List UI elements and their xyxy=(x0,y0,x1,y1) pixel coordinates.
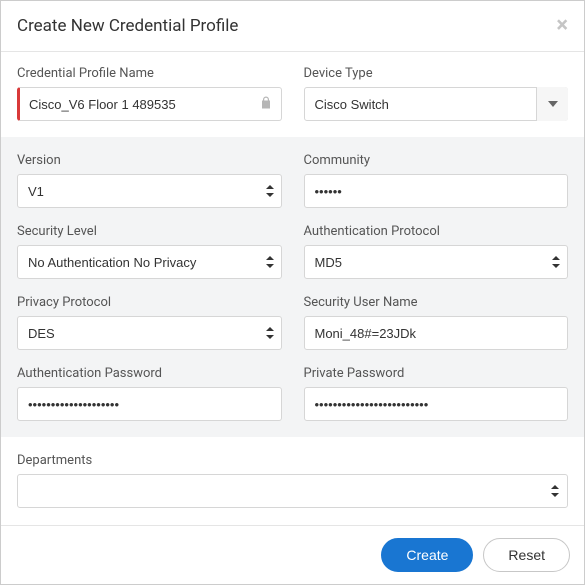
departments-select[interactable] xyxy=(17,474,568,508)
community-input[interactable] xyxy=(304,174,569,208)
profile-name-label: Credential Profile Name xyxy=(17,66,282,81)
private-password-input[interactable] xyxy=(304,387,569,421)
private-password-field: Private Password xyxy=(304,366,569,421)
security-level-select[interactable] xyxy=(17,245,282,279)
security-user-field: Security User Name xyxy=(304,295,569,350)
privacy-protocol-label: Privacy Protocol xyxy=(17,295,282,310)
private-password-label: Private Password xyxy=(304,366,569,381)
reset-button[interactable]: Reset xyxy=(483,538,570,572)
top-section: Credential Profile Name Device Type xyxy=(1,52,584,137)
departments-section: Departments xyxy=(1,437,584,524)
auth-protocol-field: Authentication Protocol xyxy=(304,224,569,279)
version-label: Version xyxy=(17,153,282,168)
profile-name-field: Credential Profile Name xyxy=(17,66,282,121)
version-select[interactable] xyxy=(17,174,282,208)
version-field: Version xyxy=(17,153,282,208)
auth-protocol-label: Authentication Protocol xyxy=(304,224,569,239)
auth-password-input[interactable] xyxy=(17,387,282,421)
dialog-footer: Create Reset xyxy=(1,525,584,584)
privacy-protocol-select[interactable] xyxy=(17,316,282,350)
device-type-select[interactable] xyxy=(304,87,569,121)
auth-protocol-select[interactable] xyxy=(304,245,569,279)
security-level-field: Security Level xyxy=(17,224,282,279)
sort-icon xyxy=(551,485,559,497)
fields-section: Version Community Security Level xyxy=(1,137,584,437)
community-label: Community xyxy=(304,153,569,168)
security-user-label: Security User Name xyxy=(304,295,569,310)
close-icon[interactable]: × xyxy=(556,15,568,37)
dialog-title: Create New Credential Profile xyxy=(17,16,238,36)
credential-profile-dialog: Create New Credential Profile × Credenti… xyxy=(0,0,585,585)
community-field: Community xyxy=(304,153,569,208)
security-user-input[interactable] xyxy=(304,316,569,350)
auth-password-label: Authentication Password xyxy=(17,366,282,381)
profile-name-input[interactable] xyxy=(17,87,282,121)
create-button[interactable]: Create xyxy=(381,538,473,572)
device-type-field: Device Type xyxy=(304,66,569,121)
security-level-label: Security Level xyxy=(17,224,282,239)
auth-password-field: Authentication Password xyxy=(17,366,282,421)
dialog-header: Create New Credential Profile × xyxy=(1,1,584,52)
departments-label: Departments xyxy=(17,453,568,468)
device-type-label: Device Type xyxy=(304,66,569,81)
privacy-protocol-field: Privacy Protocol xyxy=(17,295,282,350)
